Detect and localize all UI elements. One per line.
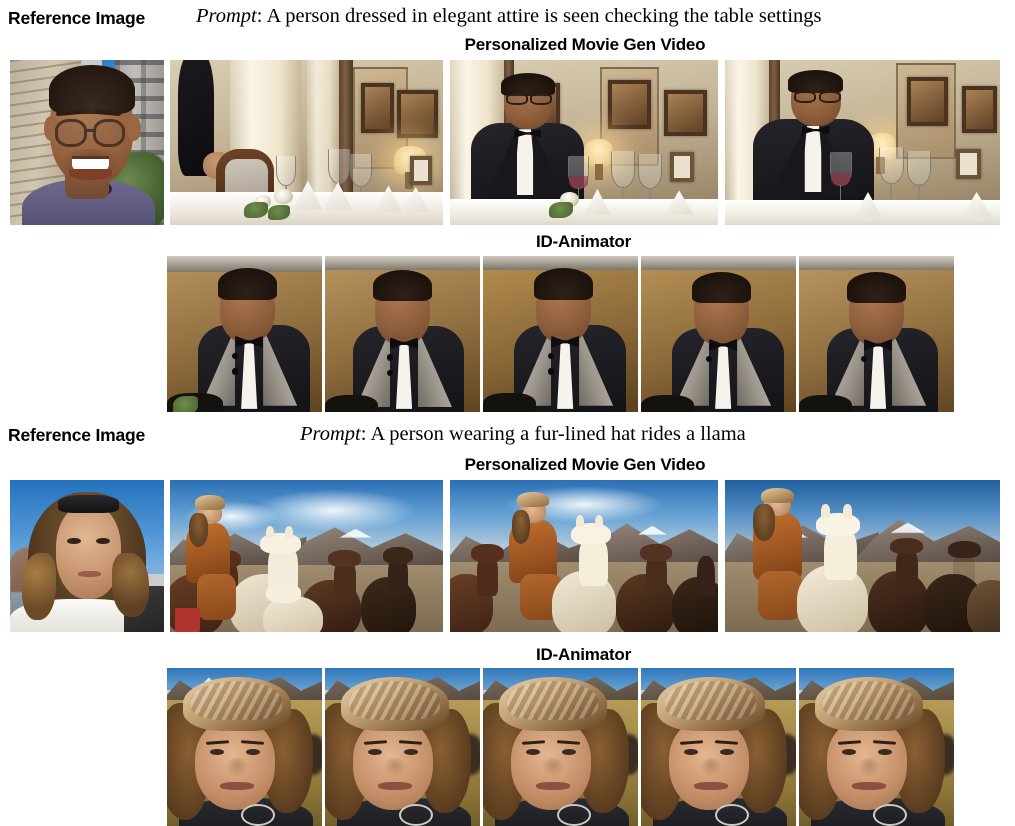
- idanimator-frame-1-4: [641, 256, 796, 412]
- moviegen-frame-2-2: [450, 480, 718, 632]
- idanimator-frame-1-2: [325, 256, 480, 412]
- method-title-idanimator-2: ID-Animator: [535, 645, 632, 664]
- idanimator-frame-2-3: [483, 668, 638, 826]
- idanimator-frame-1-3: [483, 256, 638, 412]
- idanimator-frame-2-5: [799, 668, 954, 826]
- prompt-key-1: Prompt: [196, 5, 257, 27]
- prompt-text-1: A person dressed in elegant attire is se…: [266, 5, 822, 27]
- moviegen-frame-1-1: [170, 60, 443, 225]
- idanimator-frame-2-1: [167, 668, 322, 826]
- idanimator-frame-1-5: [799, 256, 954, 412]
- moviegen-frame-2-1: [170, 480, 443, 632]
- prompt-separator-1: :: [256, 5, 263, 27]
- prompt-text-2: A person wearing a fur-lined hat rides a…: [370, 423, 746, 445]
- prompt-key-2: Prompt: [300, 423, 361, 445]
- prompt-line-2: Prompt: A person wearing a fur-lined hat…: [300, 423, 746, 446]
- reference-image-label-1: Reference Image: [8, 8, 146, 28]
- idanimator-frame-1-1: [167, 256, 322, 412]
- method-title-idanimator-1: ID-Animator: [535, 232, 632, 251]
- method-title-moviegen-1: Personalized Movie Gen Video: [464, 35, 706, 54]
- moviegen-frame-1-2: [450, 60, 718, 225]
- idanimator-frame-2-2: [325, 668, 480, 826]
- reference-image-frame-1: [10, 60, 164, 225]
- figure-root: Reference Image Prompt: A person dressed…: [0, 0, 1015, 826]
- reference-image-label-2: Reference Image: [8, 425, 146, 445]
- method-title-moviegen-2: Personalized Movie Gen Video: [464, 455, 706, 474]
- moviegen-frame-1-3: [725, 60, 1000, 225]
- prompt-separator-2: :: [360, 423, 367, 445]
- reference-image-frame-2: [10, 480, 164, 632]
- prompt-line-1: Prompt: A person dressed in elegant atti…: [196, 5, 822, 28]
- moviegen-frame-2-3: [725, 480, 1000, 632]
- idanimator-frame-2-4: [641, 668, 796, 826]
